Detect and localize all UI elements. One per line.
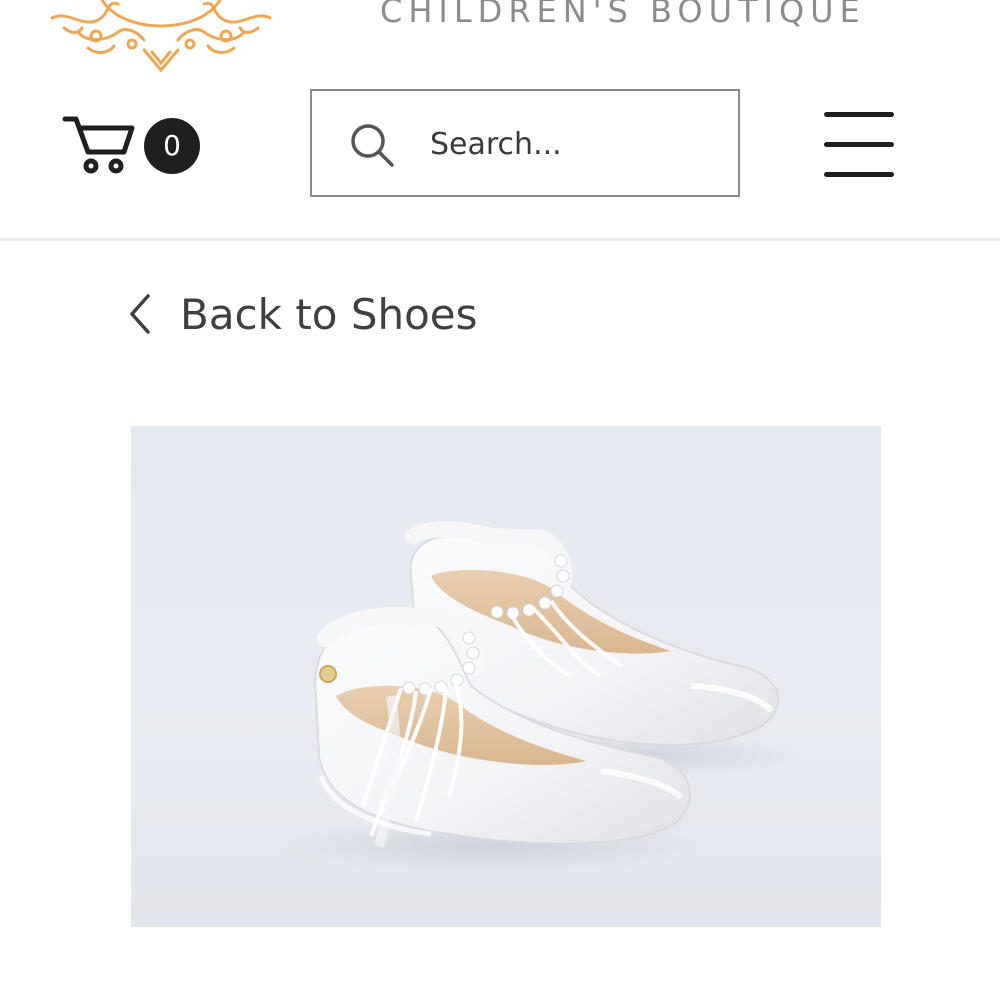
- header-divider: [0, 238, 1000, 241]
- menu-button[interactable]: [822, 110, 896, 180]
- chevron-left-icon: [130, 294, 150, 334]
- product-page: CHILDREN'S BOUTIQUE 0 Search... Back to …: [0, 0, 1000, 1000]
- search-input[interactable]: [430, 121, 720, 167]
- menu-line-middle: [824, 142, 894, 147]
- shopping-cart-icon: [62, 116, 135, 174]
- search-box[interactable]: [310, 89, 740, 197]
- boutique-logo[interactable]: [48, 0, 274, 75]
- menu-line-top: [824, 112, 894, 117]
- menu-line-bottom: [824, 172, 894, 177]
- back-to-shoes-link[interactable]: Back to Shoes: [126, 284, 478, 344]
- product-image[interactable]: [131, 426, 881, 927]
- back-link-label: Back to Shoes: [180, 289, 478, 339]
- search-icon[interactable]: [348, 121, 396, 169]
- white-patent-shoes-icon: [281, 521, 801, 874]
- ornamental-crest-logo-icon: [50, 0, 272, 73]
- brand-name: CHILDREN'S BOUTIQUE: [380, 0, 866, 30]
- cart-count-badge[interactable]: 0: [144, 118, 200, 174]
- cart-button[interactable]: [62, 112, 136, 174]
